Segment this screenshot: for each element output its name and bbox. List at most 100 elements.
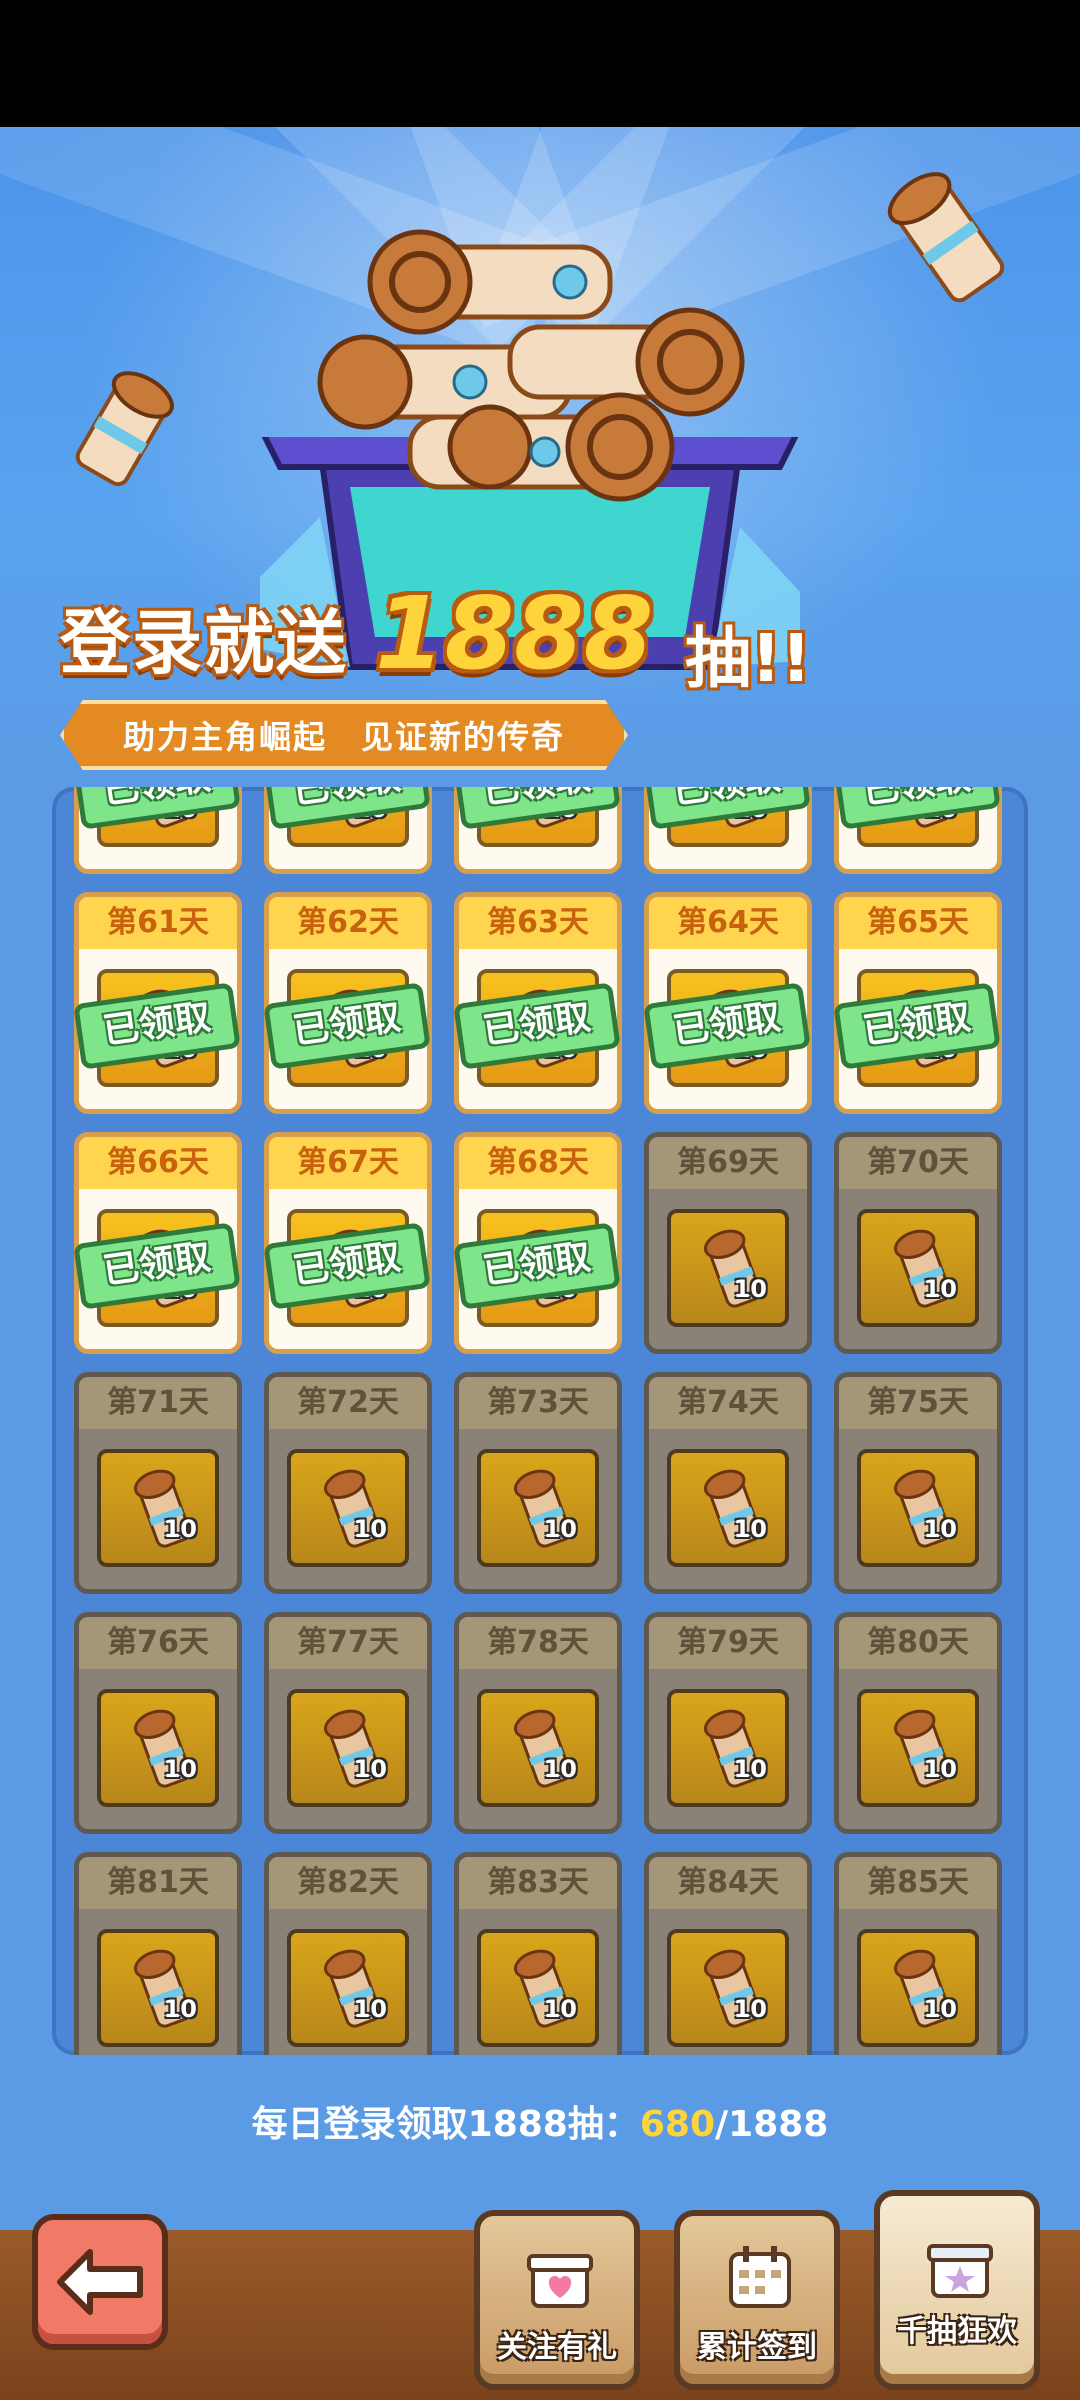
reward-card[interactable]: 第66天10已领取 — [73, 1132, 242, 1354]
back-arrow-icon — [57, 2249, 143, 2315]
reward-card[interactable]: 第76天 10 — [74, 1612, 242, 1834]
back-button[interactable] — [32, 2214, 168, 2350]
reward-icon-box: 10 — [667, 1209, 789, 1327]
reward-card[interactable]: 第78天 10 — [454, 1612, 622, 1834]
tab-thousand-draw[interactable]: 千抽狂欢 — [874, 2190, 1040, 2390]
day-label: 第79天 — [649, 1617, 807, 1669]
reward-quantity: 10 — [353, 1515, 387, 1543]
reward-card[interactable]: 第83天 10 — [454, 1852, 622, 2055]
reward-card[interactable]: 第72天 10 — [264, 1372, 432, 1594]
reward-card[interactable]: 10已领取 — [453, 787, 622, 874]
reward-card[interactable]: 10已领取 — [263, 787, 432, 874]
day-label: 第68天 — [459, 1137, 617, 1189]
tab-label: 关注有礼 — [497, 2330, 617, 2365]
day-label: 第73天 — [459, 1377, 617, 1429]
progress-label: 每日登录领取1888抽： — [251, 2104, 640, 2145]
reward-card[interactable]: 第84天 10 — [644, 1852, 812, 2055]
reward-card[interactable]: 第69天 10 — [644, 1132, 812, 1354]
day-label: 第83天 — [459, 1857, 617, 1909]
day-label: 第80天 — [839, 1617, 997, 1669]
reward-card[interactable]: 第68天10已领取 — [453, 1132, 622, 1354]
day-label: 第74天 — [649, 1377, 807, 1429]
reward-quantity: 10 — [543, 1755, 577, 1783]
day-label: 第77天 — [269, 1617, 427, 1669]
reward-quantity: 10 — [733, 1755, 767, 1783]
reward-card[interactable]: 第75天 10 — [834, 1372, 1002, 1594]
tab-label: 累计签到 — [697, 2330, 817, 2365]
progress-separator: / — [715, 2104, 729, 2145]
day-label: 第70天 — [839, 1137, 997, 1189]
day-label: 第63天 — [459, 897, 617, 949]
reward-icon-box: 10 — [857, 1209, 979, 1327]
reward-icon-box: 10 — [667, 1449, 789, 1567]
floating-scroll-icon — [887, 172, 1005, 303]
reward-card[interactable]: 10已领取 — [833, 787, 1002, 874]
gift-star-icon — [927, 2244, 993, 2298]
day-label: 第71天 — [79, 1377, 237, 1429]
reward-quantity: 10 — [353, 1995, 387, 2023]
banner-subtitle: 助力主角崛起 见证新的传奇 — [60, 700, 628, 770]
reward-icon-box: 10 — [287, 1929, 409, 2047]
reward-quantity: 10 — [923, 1275, 957, 1303]
day-label: 第84天 — [649, 1857, 807, 1909]
reward-quantity: 10 — [733, 1995, 767, 2023]
reward-quantity: 10 — [923, 1755, 957, 1783]
banner-headline: 登录就送 1888 抽!! — [50, 575, 811, 707]
day-label: 第76天 — [79, 1617, 237, 1669]
reward-card[interactable]: 第74天 10 — [644, 1372, 812, 1594]
hero-banner: 登录就送 1888 抽!! — [0, 127, 1080, 777]
reward-card[interactable]: 第61天10已领取 — [73, 892, 242, 1114]
tab-follow-gift[interactable]: 关注有礼 — [474, 2210, 640, 2390]
reward-card[interactable]: 第82天 10 — [264, 1852, 432, 2055]
day-label: 第72天 — [269, 1377, 427, 1429]
reward-icon-box: 10 — [667, 1929, 789, 2047]
gift-heart-icon — [527, 2254, 593, 2308]
reward-quantity: 10 — [923, 1995, 957, 2023]
reward-card[interactable]: 第77天 10 — [264, 1612, 432, 1834]
day-label: 第67天 — [269, 1137, 427, 1189]
progress-current: 680 — [639, 2104, 715, 2145]
reward-card[interactable]: 第65天10已领取 — [833, 892, 1002, 1114]
reward-card[interactable]: 第79天 10 — [644, 1612, 812, 1834]
day-label: 第81天 — [79, 1857, 237, 1909]
reward-card[interactable]: 第80天 10 — [834, 1612, 1002, 1834]
reward-icon-box: 10 — [477, 1449, 599, 1567]
floating-scroll-icon — [75, 371, 174, 487]
reward-card[interactable]: 第85天 10 — [834, 1852, 1002, 2055]
tab-cumulative-checkin[interactable]: 累计签到 — [674, 2210, 840, 2390]
reward-card[interactable]: 第67天10已领取 — [263, 1132, 432, 1354]
reward-card[interactable]: 第71天 10 — [74, 1372, 242, 1594]
day-label: 第61天 — [79, 897, 237, 949]
reward-card[interactable]: 10已领取 — [643, 787, 812, 874]
day-label: 第66天 — [79, 1137, 237, 1189]
reward-icon-box: 10 — [97, 1689, 219, 1807]
day-label: 第82天 — [269, 1857, 427, 1909]
scroll-pile-icon — [317, 229, 745, 502]
reward-card[interactable]: 第70天 10 — [834, 1132, 1002, 1354]
reward-card[interactable]: 10已领取 — [73, 787, 242, 874]
reward-quantity: 10 — [923, 1515, 957, 1543]
reward-quantity: 10 — [163, 1995, 197, 2023]
reward-card[interactable]: 第64天10已领取 — [643, 892, 812, 1114]
day-label: 第78天 — [459, 1617, 617, 1669]
reward-icon-box: 10 — [97, 1929, 219, 2047]
reward-icon-box: 10 — [857, 1929, 979, 2047]
reward-quantity: 10 — [163, 1515, 197, 1543]
reward-quantity: 10 — [543, 1515, 577, 1543]
reward-quantity: 10 — [163, 1755, 197, 1783]
reward-card[interactable]: 第73天 10 — [454, 1372, 622, 1594]
reward-quantity: 10 — [353, 1755, 387, 1783]
day-label: 第69天 — [649, 1137, 807, 1189]
reward-card[interactable]: 第62天10已领取 — [263, 892, 432, 1114]
headline-suffix: 抽!! — [685, 620, 812, 697]
reward-card[interactable]: 第63天10已领取 — [453, 892, 622, 1114]
progress-total: 1888 — [728, 2104, 829, 2145]
headline-number: 1888 — [375, 575, 654, 692]
reward-icon-box: 10 — [287, 1689, 409, 1807]
login-progress: 每日登录领取1888抽：680/1888 — [0, 2095, 1080, 2147]
day-label: 第75天 — [839, 1377, 997, 1429]
day-label: 第85天 — [839, 1857, 997, 1909]
reward-icon-box: 10 — [857, 1449, 979, 1567]
reward-grid-panel[interactable]: 10已领取10已领取10已领取10已领取10已领取第61天10已领取第62天10… — [52, 787, 1028, 2055]
reward-card[interactable]: 第81天 10 — [74, 1852, 242, 2055]
